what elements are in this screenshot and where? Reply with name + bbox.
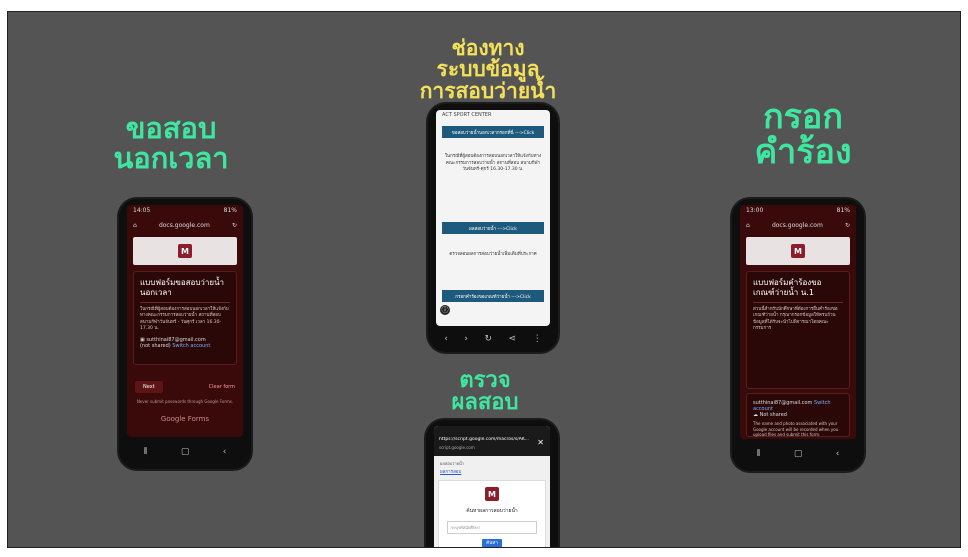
results-link-bar[interactable]: ผลสอบว่ายน้ำ --->Click: [442, 222, 544, 234]
results-info: ตรวจสอบผลการสอบว่ายน้ำเพิ่มเติมที่ประกาศ: [449, 252, 537, 257]
form-header-banner: M: [746, 237, 850, 265]
google-forms-logo: Google Forms: [160, 415, 210, 423]
clear-form-link[interactable]: Clear form: [209, 384, 235, 390]
title-line: กรอก: [763, 97, 843, 137]
switch-account-link[interactable]: Switch account: [172, 343, 210, 349]
home-icon[interactable]: ⌂: [746, 222, 750, 229]
status-bar: 13:00 81%: [740, 205, 856, 217]
close-icon[interactable]: ✕: [537, 438, 544, 447]
title-line: คำร้อง: [754, 131, 852, 172]
battery-level: 81%: [836, 207, 850, 214]
search-button[interactable]: ค้นหา: [482, 539, 502, 547]
battery-level: 81%: [223, 207, 237, 214]
title-line: ขอสอบ: [125, 111, 217, 145]
student-id-input[interactable]: ระบุรหัสนักศึกษา: [447, 521, 537, 534]
browser-nav-bar: ‹ › ↻ ⋖ ⋮: [436, 330, 550, 348]
android-nav-bar: ⦀ ▢ ‹: [740, 443, 856, 465]
url-bar[interactable]: ⌂ docs.google.com ↻: [127, 217, 243, 233]
url-subtitle: script.google.com: [439, 445, 475, 450]
footer-note: Never submit passwords through Google Fo…: [136, 399, 234, 404]
home-button-icon[interactable]: ▢: [794, 449, 803, 459]
url-bar[interactable]: ⌂ docs.google.com ↻: [740, 217, 856, 233]
phone-right: 13:00 81% ⌂ docs.google.com ↻ M แบบฟอร์ม…: [732, 199, 864, 471]
account-row: sutthinai87@gmail.com Switch account ☁ N…: [753, 400, 843, 418]
phone-screen: https://script.google.com/macros/s/AK...…: [434, 426, 550, 547]
android-nav-bar: ⦀ ▢ ‹: [127, 441, 243, 463]
home-icon[interactable]: ⌂: [133, 222, 137, 229]
title-channels: ช่องทาง ระบบข้อมูล การสอบว่ายน้ำ: [388, 36, 588, 103]
results-card: M ค้นหาผลการสอบว่ายน้ำ ระบุรหัสนักศึกษา …: [438, 480, 546, 547]
university-logo-icon: M: [485, 487, 499, 501]
results-heading: ค้นหาผลการสอบว่ายน้ำ: [466, 508, 518, 514]
form-title: แบบฟอร์มขอสอบว่ายน้ำนอกเวลา: [140, 278, 230, 303]
url-text[interactable]: docs.google.com: [159, 222, 210, 229]
url-title[interactable]: https://script.google.com/macros/s/AK...: [439, 437, 535, 442]
title-line: ระบบข้อมูล: [436, 57, 540, 82]
reload-icon[interactable]: ↻: [485, 334, 493, 344]
browser-header: https://script.google.com/macros/s/AK...…: [434, 426, 550, 456]
university-logo-icon: M: [791, 244, 805, 258]
form-card: แบบฟอร์มขอสอบว่ายน้ำนอกเวลา ในกรณีที่ผู้…: [133, 271, 237, 365]
title-line: การสอบว่ายน้ำ: [419, 78, 557, 103]
account-row: ▣ sutthinai87@gmail.com (not shared) Swi…: [140, 337, 230, 349]
title-request-off-hours: ขอสอบ นอกเวลา: [96, 111, 246, 175]
university-logo-icon: M: [178, 244, 192, 258]
title-line: ตรวจ: [459, 368, 511, 393]
phone-center: ACT SPORT CENTER ขอสอบว่ายน้ำนอกเวลากรอก…: [428, 104, 558, 352]
url-text[interactable]: docs.google.com: [772, 222, 823, 229]
status-time: 13:00: [746, 207, 764, 214]
site-name: ACT SPORT CENTER: [442, 112, 492, 118]
presentation-slide: ขอสอบ นอกเวลา ช่องทาง ระบบข้อมูล การสอบว…: [8, 12, 960, 547]
back-icon[interactable]: ‹: [223, 447, 227, 457]
title-line: ผลสอบ: [451, 390, 519, 416]
form-header-banner: M: [133, 237, 237, 265]
back-icon[interactable]: ‹: [444, 334, 448, 344]
form-description: ในกรณีที่ผู้สอบต้องการสอบนอกเวลาให้แจ้งก…: [140, 307, 229, 331]
next-button[interactable]: Next: [135, 381, 163, 393]
not-shared-label: (not shared): [140, 343, 171, 350]
title-fill-request: กรอก คำร้อง: [728, 100, 878, 169]
title-check-results: ตรวจ ผลสอบ: [420, 368, 550, 416]
account-card: sutthinai87@gmail.com Switch account ☁ N…: [746, 393, 850, 437]
phone-bottom: https://script.google.com/macros/s/AK...…: [426, 420, 558, 547]
privacy-note: The name and photo associated with your …: [753, 421, 839, 438]
more-icon[interactable]: ⋮: [533, 334, 542, 344]
status-time: 14:05: [133, 207, 151, 214]
phone-screen: 13:00 81% ⌂ docs.google.com ↻ M แบบฟอร์ม…: [740, 205, 856, 439]
reload-icon[interactable]: ↻: [845, 222, 850, 229]
title-line: นอกเวลา: [113, 140, 229, 175]
forward-icon[interactable]: ›: [464, 334, 468, 344]
cloud-icon: ☁: [753, 412, 758, 418]
results-link[interactable]: ผลการสอบ: [440, 468, 461, 475]
form-title: แบบฟอร์มคำร้องขอเกณฑ์ว่ายน้ำ น.1: [753, 278, 843, 303]
phone-left: 14:05 81% ⌂ docs.google.com ↻ M แบบฟอร์ม…: [119, 199, 251, 469]
recents-icon[interactable]: ⦀: [757, 449, 761, 459]
not-shared-label: Not shared: [759, 412, 787, 418]
request-link-bar[interactable]: กรอกคำร้องขอเกณฑ์ว่ายน้ำ --->Click: [442, 290, 544, 302]
form-card: แบบฟอร์มคำร้องขอเกณฑ์ว่ายน้ำ น.1 ส่วนนี้…: [746, 271, 850, 389]
page-note: ผลสอบว่ายน้ำ: [440, 461, 464, 466]
off-hours-link-bar[interactable]: ขอสอบว่ายน้ำนอกเวลากรอกที่นี่ --->Click: [442, 126, 544, 138]
phone-screen: ACT SPORT CENTER ขอสอบว่ายน้ำนอกเวลากรอก…: [436, 110, 550, 326]
off-hours-info: ในกรณีที่ผู้สอบต้องการสอบนอกเวลาให้แจ้งก…: [444, 154, 542, 173]
reload-icon[interactable]: ↻: [232, 222, 237, 229]
status-bar: 14:05 81%: [127, 205, 243, 217]
share-icon[interactable]: ⋖: [509, 334, 517, 344]
back-icon[interactable]: ‹: [836, 449, 840, 459]
info-icon[interactable]: ⓘ: [440, 305, 450, 315]
recents-icon[interactable]: ⦀: [144, 447, 148, 457]
home-button-icon[interactable]: ▢: [181, 447, 190, 457]
title-line: ช่องทาง: [451, 36, 525, 60]
phone-screen: 14:05 81% ⌂ docs.google.com ↻ M แบบฟอร์ม…: [127, 205, 243, 437]
form-description: ส่วนนี้สำหรับนักศึกษาที่ต้องการยื่นคำร้อ…: [753, 307, 838, 331]
